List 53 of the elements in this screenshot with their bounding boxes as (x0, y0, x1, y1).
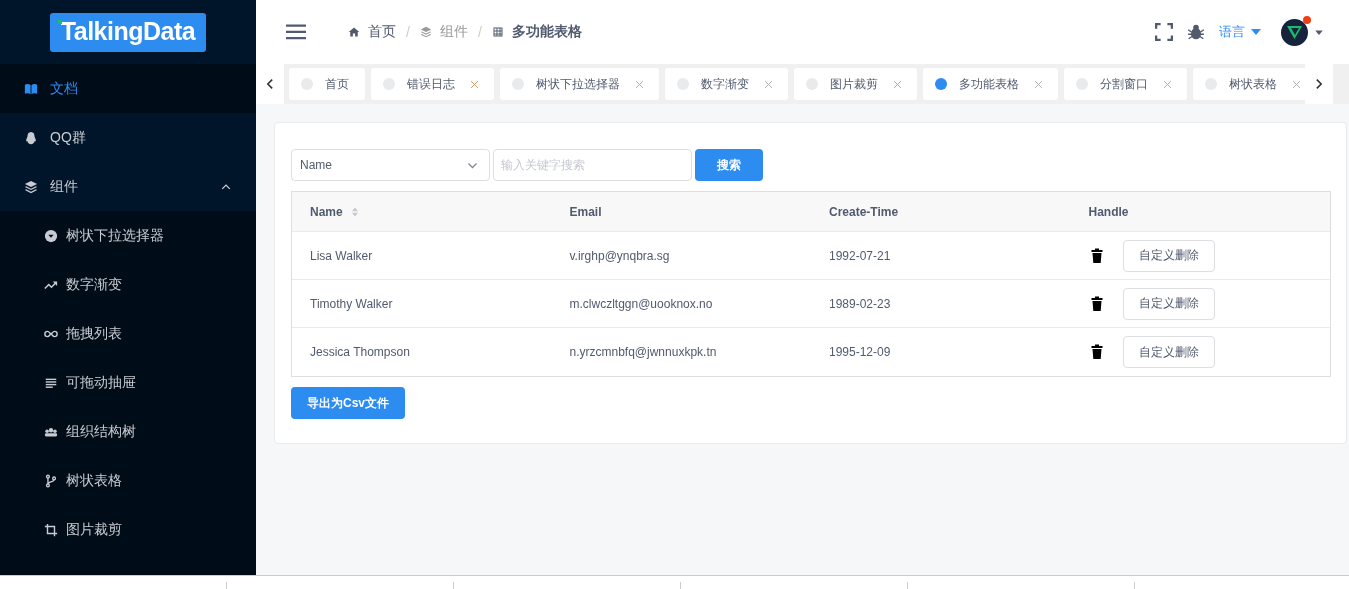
tab[interactable]: 多功能表格 (923, 68, 1058, 100)
caret-circle-icon (44, 228, 58, 243)
breadcrumb-separator: / (406, 24, 410, 40)
caret-down-icon (1251, 29, 1261, 35)
crop-icon (44, 522, 58, 537)
branch-icon (44, 473, 58, 488)
layers-icon (24, 179, 38, 194)
menu-icon (286, 22, 306, 42)
tab[interactable]: 错误日志 (371, 68, 494, 100)
breadcrumb-separator: / (477, 24, 482, 40)
column-header: Email (569, 204, 602, 219)
column-header: Handle (1088, 204, 1129, 219)
avatar[interactable] (1281, 18, 1308, 46)
column-header[interactable]: Name (310, 204, 343, 219)
close-icon (1162, 78, 1173, 90)
table-cell-text: Timothy Walker (309, 296, 394, 311)
close-icon (892, 78, 903, 90)
delete-button[interactable]: 自定义删除 (1122, 287, 1215, 320)
penguin-icon (24, 130, 38, 145)
table-cell-text: 1992-07-21 (828, 248, 892, 263)
table-cell-text: Jessica Thompson (309, 345, 411, 359)
field-select[interactable]: Name (291, 149, 490, 181)
breadcrumb-item[interactable]: 首页 (368, 23, 396, 41)
tab[interactable]: 树状下拉选择器 (500, 68, 659, 100)
tab[interactable]: 首页 (289, 68, 365, 100)
tab[interactable]: 分割窗口 (1064, 68, 1187, 100)
delete-button[interactable]: 自定义删除 (1122, 336, 1215, 368)
breadcrumb-item: 多功能表格 (511, 23, 582, 41)
layers-icon (419, 26, 432, 38)
table-cell-text: Lisa Walker (309, 248, 374, 263)
close-icon (763, 78, 774, 90)
table-cell-text: v.irghp@ynqbra.sg (568, 248, 671, 263)
table-cell-text: m.clwczltggn@uooknox.no (568, 296, 714, 311)
home-icon (348, 26, 360, 38)
menu-item[interactable]: 组件 (0, 162, 256, 211)
column-header: Create-Time (829, 204, 899, 219)
tab[interactable]: 数字渐变 (665, 68, 788, 100)
close-icon (1033, 78, 1044, 90)
fullscreen-icon (1155, 23, 1173, 41)
bug-icon (1187, 23, 1205, 41)
delete-button[interactable]: 自定义删除 (1122, 239, 1215, 272)
menu-item[interactable]: QQ群 (0, 113, 256, 162)
tab[interactable]: 树状表格 (1193, 68, 1305, 100)
book-icon (24, 81, 38, 96)
close-icon (1291, 78, 1302, 90)
table-cell-text: 1995-12-09 (828, 345, 892, 359)
close-icon (634, 78, 645, 90)
close-icon (469, 78, 480, 90)
language-dropdown[interactable]: 语言 (1219, 23, 1261, 41)
table-cell-text: n.yrzcmnbfq@jwnnuxkpk.tn (568, 345, 718, 359)
table-icon (491, 26, 504, 38)
tab[interactable]: 图片裁剪 (794, 68, 917, 100)
table-cell-text: 1989-02-23 (828, 296, 892, 311)
